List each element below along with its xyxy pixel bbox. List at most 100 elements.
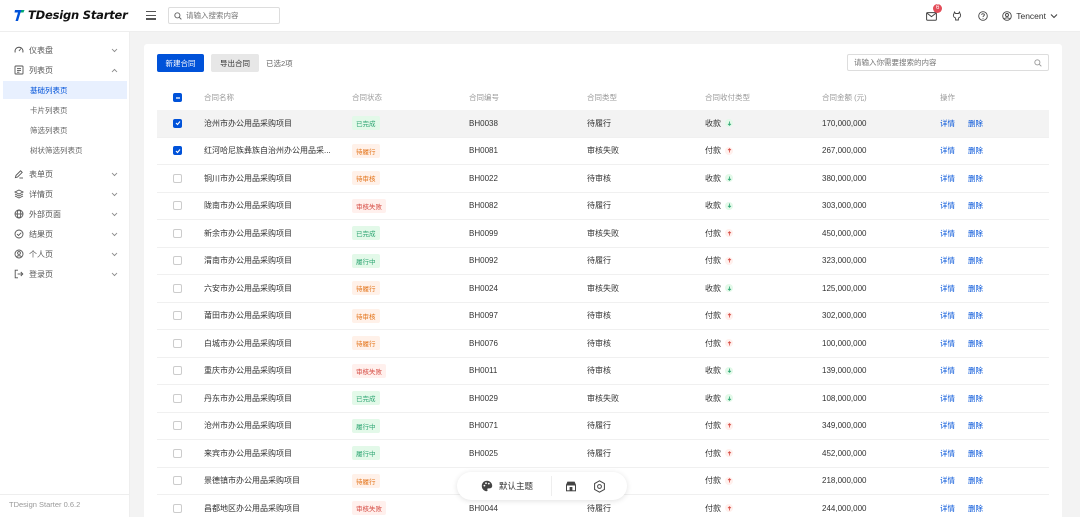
- row-checkbox[interactable]: [173, 421, 182, 431]
- detail-link[interactable]: 详情: [940, 365, 955, 376]
- new-contract-button[interactable]: 新建合同: [157, 54, 204, 72]
- delete-link[interactable]: 删除: [968, 228, 983, 239]
- row-select-cell: [173, 193, 182, 220]
- sidebar-subitem-1[interactable]: 基础列表页: [3, 81, 127, 99]
- table-row[interactable]: 沧州市办公用品采购项目 履行中 BH0071 待履行 付款 349,000,000 详情 删除: [157, 413, 1049, 440]
- delete-link[interactable]: 删除: [968, 310, 983, 321]
- payment-direction-icon: [725, 256, 733, 265]
- table-row[interactable]: 渭南市办公用品采购项目 履行中 BH0092 待履行 付款 323,000,000 详情 删除: [157, 248, 1049, 275]
- row-checkbox[interactable]: [173, 283, 182, 293]
- table-row[interactable]: 红河哈尼族彝族自治州办公用品采... 待履行 BH0081 审核失败 付款 267,000…: [157, 138, 1049, 165]
- table-row[interactable]: 沧州市办公用品采购项目 已完成 BH0038 待履行 收款 170,000,000 详情 删除: [157, 110, 1049, 138]
- notification-button[interactable]: 6: [922, 4, 943, 25]
- delete-link[interactable]: 删除: [968, 448, 983, 459]
- delete-link[interactable]: 删除: [968, 503, 983, 514]
- delete-link[interactable]: 删除: [968, 393, 983, 404]
- select-all-checkbox[interactable]: [173, 93, 182, 102]
- sidebar-item-3[interactable]: 表单页: [0, 164, 130, 184]
- delete-link[interactable]: 删除: [968, 118, 983, 129]
- settings-button[interactable]: [590, 477, 608, 495]
- table-row[interactable]: 丹东市办公用品采购项目 已完成 BH0029 审核失败 收款 108,000,000 详情 删…: [157, 385, 1049, 413]
- table-row[interactable]: 来宾市办公用品采购项目 履行中 BH0025 待履行 付款 452,000,000 详情 删除: [157, 440, 1049, 468]
- row-checkbox[interactable]: [173, 228, 182, 238]
- contract-status-cell: 已完成: [352, 385, 380, 412]
- sidebar-subitem-4[interactable]: 树状筛选列表页: [3, 141, 127, 159]
- detail-link[interactable]: 详情: [940, 393, 955, 404]
- payment-direction-icon: [725, 339, 733, 348]
- row-checkbox[interactable]: [173, 366, 182, 376]
- detail-link[interactable]: 详情: [940, 338, 955, 349]
- delete-link[interactable]: 删除: [968, 365, 983, 376]
- delete-link[interactable]: 删除: [968, 255, 983, 266]
- table-row[interactable]: 六安市办公用品采购项目 待履行 BH0024 审核失败 收款 125,000,000 详情 删…: [157, 275, 1049, 303]
- row-checkbox[interactable]: [173, 256, 182, 266]
- table-row[interactable]: 陇南市办公用品采购项目 审核失败 BH0082 待履行 收款 303,000,000 详情 删…: [157, 193, 1049, 220]
- detail-link[interactable]: 详情: [940, 118, 955, 129]
- github-button[interactable]: [948, 7, 966, 25]
- row-checkbox[interactable]: [173, 173, 182, 183]
- menu-fold-icon[interactable]: [146, 11, 156, 20]
- detail-link[interactable]: 详情: [940, 503, 955, 514]
- header-search-input[interactable]: [186, 11, 276, 20]
- delete-link[interactable]: 删除: [968, 420, 983, 431]
- sidebar-item-4[interactable]: 详情页: [0, 184, 130, 204]
- detail-link[interactable]: 详情: [940, 228, 955, 239]
- sidebar-subitem-3[interactable]: 筛选列表页: [3, 121, 127, 139]
- sidebar-item-8[interactable]: 登录页: [0, 264, 130, 284]
- status-badge: 待审核: [352, 171, 380, 186]
- sidebar-item-1[interactable]: 仪表盘: [0, 40, 130, 60]
- user-menu[interactable]: Tencent: [1002, 11, 1058, 21]
- detail-link[interactable]: 详情: [940, 173, 955, 184]
- theme-switch-button[interactable]: 默认主题: [481, 480, 533, 492]
- table-row[interactable]: 重庆市办公用品采购项目 审核失败 BH0011 待审核 收款 139,000,000 详情 删…: [157, 358, 1049, 385]
- table-row[interactable]: 莆田市办公用品采购项目 待审核 BH0097 待审核 付款 302,000,000 详情 删除: [157, 303, 1049, 330]
- header-search[interactable]: [168, 7, 280, 24]
- detail-link[interactable]: 详情: [940, 145, 955, 156]
- brand-logo[interactable]: TDesign Starter: [14, 8, 128, 22]
- payment-type: 收款: [705, 366, 721, 376]
- login-icon: [14, 269, 24, 279]
- table-row[interactable]: 白城市办公用品采购项目 待履行 BH0076 待审核 付款 100,000,000 详情 删除: [157, 330, 1049, 358]
- help-button[interactable]: [974, 7, 992, 25]
- layout-button[interactable]: [562, 477, 580, 495]
- delete-link[interactable]: 删除: [968, 200, 983, 211]
- table-row[interactable]: 铜川市办公用品采购项目 待审核 BH0022 待审核 收款 380,000,000 详情 删除: [157, 165, 1049, 193]
- row-checkbox[interactable]: [173, 311, 182, 321]
- delete-link[interactable]: 删除: [968, 145, 983, 156]
- detail-link[interactable]: 详情: [940, 420, 955, 431]
- delete-link[interactable]: 删除: [968, 173, 983, 184]
- delete-link[interactable]: 删除: [968, 475, 983, 486]
- sidebar-item-7[interactable]: 个人页: [0, 244, 130, 264]
- row-checkbox[interactable]: [173, 118, 182, 128]
- sidebar-item-6[interactable]: 结果页: [0, 224, 130, 244]
- table-search[interactable]: [847, 54, 1049, 71]
- table-row[interactable]: 新余市办公用品采购项目 已完成 BH0099 审核失败 付款 450,000,000 详情 删…: [157, 220, 1049, 248]
- payment-type-cell: 收款: [705, 165, 733, 192]
- row-checkbox[interactable]: [173, 393, 182, 403]
- payment-direction-icon: [725, 394, 733, 403]
- row-checkbox[interactable]: [173, 448, 182, 458]
- detail-link[interactable]: 详情: [940, 475, 955, 486]
- row-checkbox[interactable]: [173, 146, 182, 156]
- detail-link[interactable]: 详情: [940, 448, 955, 459]
- contract-name: 来宾市办公用品采购项目: [204, 448, 292, 458]
- detail-link[interactable]: 详情: [940, 200, 955, 211]
- row-checkbox[interactable]: [173, 476, 182, 486]
- row-checkbox[interactable]: [173, 503, 182, 513]
- row-checkbox[interactable]: [173, 201, 182, 211]
- search-icon[interactable]: [1034, 58, 1042, 67]
- palette-icon: [481, 480, 493, 492]
- row-checkbox[interactable]: [173, 338, 182, 348]
- row-select-cell: [173, 303, 182, 330]
- table-search-input[interactable]: [854, 58, 1034, 67]
- export-contract-button[interactable]: 导出合同: [211, 54, 259, 72]
- sidebar-subitem-2[interactable]: 卡片列表页: [3, 101, 127, 119]
- delete-link[interactable]: 删除: [968, 283, 983, 294]
- sidebar-item-2[interactable]: 列表页: [0, 60, 130, 80]
- sidebar-item-5[interactable]: 外部页面: [0, 204, 130, 224]
- detail-link[interactable]: 详情: [940, 310, 955, 321]
- detail-link[interactable]: 详情: [940, 255, 955, 266]
- detail-link[interactable]: 详情: [940, 283, 955, 294]
- arrow-down-icon: [727, 176, 731, 181]
- delete-link[interactable]: 删除: [968, 338, 983, 349]
